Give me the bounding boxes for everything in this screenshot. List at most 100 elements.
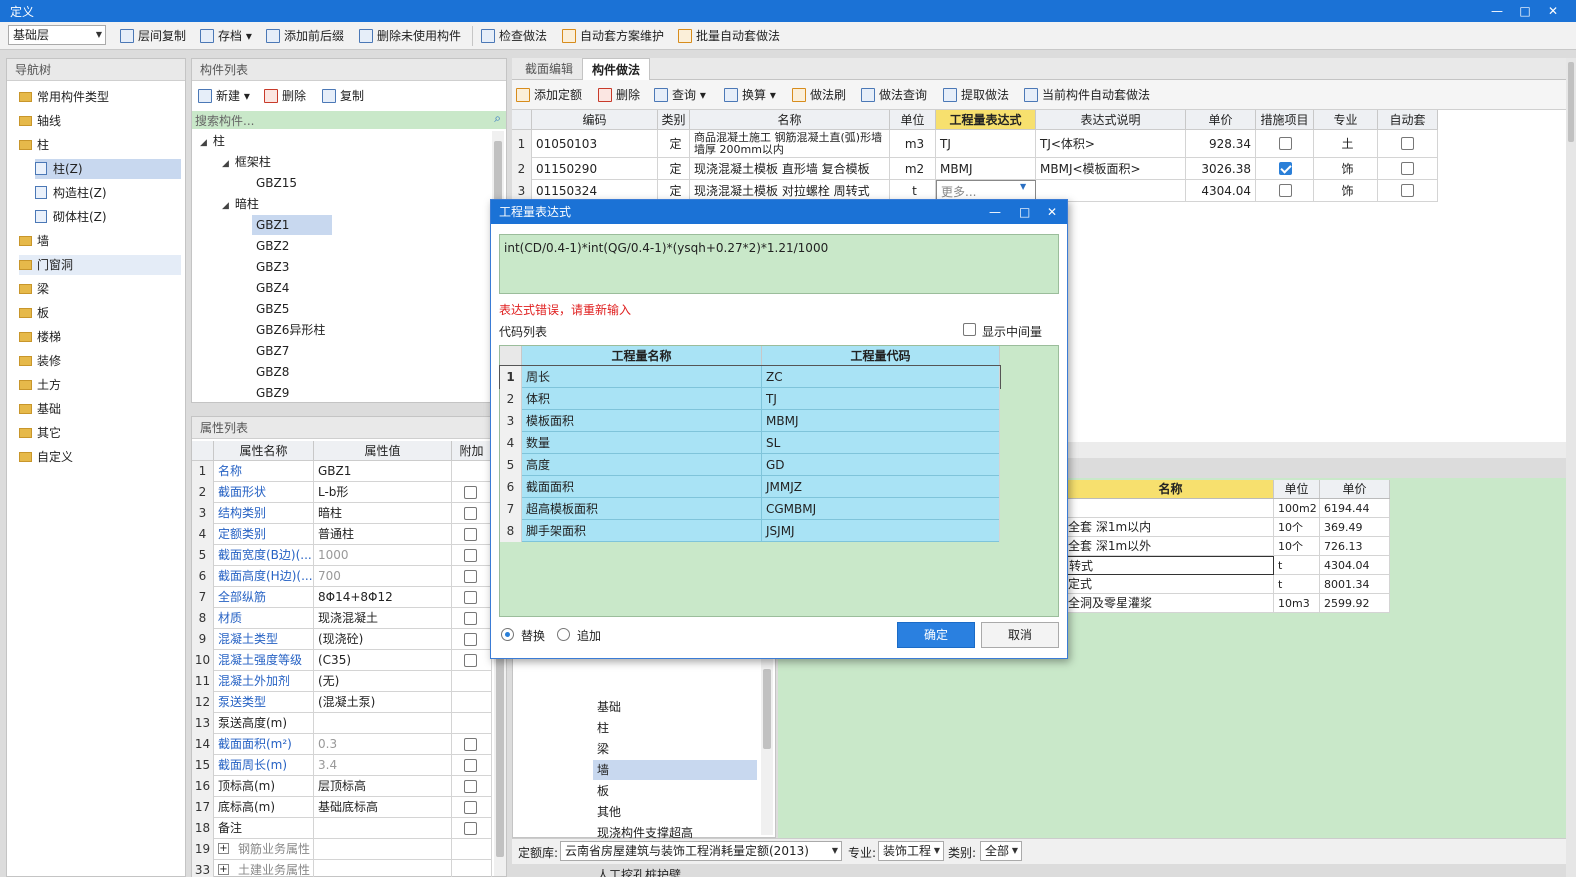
property-value[interactable]: 暗柱	[314, 503, 452, 524]
cancel-button[interactable]: 取消	[981, 622, 1059, 648]
property-row[interactable]: 7 全部纵筋 8Φ14+8Φ12	[192, 587, 492, 608]
method-cell-expr[interactable]: TJ	[936, 130, 1036, 158]
property-extra-checkbox[interactable]	[464, 591, 477, 604]
method-brush-button[interactable]: 做法刷	[792, 86, 846, 104]
nav-item-earthwork[interactable]: 土方	[19, 375, 61, 395]
code-row[interactable]: 5 高度 GD	[500, 454, 1000, 476]
property-row[interactable]: 2 截面形状 L-b形	[192, 482, 492, 503]
tree-node-dark-column[interactable]: ◢ 暗柱	[222, 194, 259, 214]
expand-icon[interactable]: +	[218, 843, 229, 854]
property-row[interactable]: 15 截面周长(m) 3.4	[192, 755, 492, 776]
code-row[interactable]: 2 体积 TJ	[500, 388, 1000, 410]
property-value[interactable]: 700	[314, 566, 452, 587]
main-scrollbar[interactable]	[1566, 58, 1576, 877]
measure-checkbox[interactable]	[1279, 137, 1292, 150]
property-row[interactable]: 9 混凝土类型 (现浇砼)	[192, 629, 492, 650]
tree-node-gbz4[interactable]: GBZ4	[256, 278, 289, 298]
nav-item-custom[interactable]: 自定义	[19, 447, 73, 467]
property-row[interactable]: 33 土建业务属性 +	[192, 860, 492, 877]
tree-node-gbz2[interactable]: GBZ2	[256, 236, 289, 256]
category-select[interactable]: 全部 ▼	[980, 841, 1022, 861]
property-extra-checkbox[interactable]	[464, 528, 477, 541]
floor-copy-button[interactable]: 层间复制	[120, 27, 186, 45]
auto-method-button[interactable]: 当前构件自动套做法	[1024, 86, 1150, 104]
property-value[interactable]: GBZ1	[314, 461, 452, 482]
code-row[interactable]: 6 截面面积 JMMJZ	[500, 476, 1000, 498]
scroll-thumb[interactable]	[763, 669, 771, 749]
property-value[interactable]: 现浇混凝土	[314, 608, 452, 629]
method-cell-major[interactable]: 饰	[1314, 158, 1378, 180]
quota-row[interactable]: 100m2 6194.44	[1018, 499, 1390, 518]
quota-tree-node[interactable]: 人工挖孔桩护壁	[593, 865, 757, 877]
quota-row[interactable]: 全洞及零星灌浆 10m3 2599.92	[1018, 594, 1390, 613]
major-select[interactable]: 装饰工程 ▼	[878, 841, 944, 861]
property-value[interactable]: (混凝土泵)	[314, 692, 452, 713]
nav-item-door-window[interactable]: 门窗洞	[19, 255, 181, 275]
property-value[interactable]: (无)	[314, 671, 452, 692]
method-cell-name[interactable]: 现浇混凝土模板 直形墙 复合模板	[690, 158, 890, 180]
property-extra-checkbox[interactable]	[464, 507, 477, 520]
property-extra-checkbox[interactable]	[464, 738, 477, 751]
measure-checkbox[interactable]	[1279, 162, 1292, 175]
method-cell-desc[interactable]: TJ<体积>	[1036, 130, 1186, 158]
delete-method-button[interactable]: 删除	[598, 86, 640, 104]
method-cell-type[interactable]: 定	[658, 130, 690, 158]
batch-auto-button[interactable]: 批量自动套做法	[678, 27, 780, 45]
add-quota-button[interactable]: 添加定额	[516, 86, 582, 104]
append-radio[interactable]	[557, 628, 570, 641]
nav-item-decoration[interactable]: 装修	[19, 351, 61, 371]
quota-tree-node[interactable]: 梁	[593, 739, 757, 759]
tree-node-column[interactable]: ◢ 柱	[200, 131, 225, 151]
quota-row[interactable]: 转式 t 4304.04	[1018, 556, 1390, 575]
convert-button[interactable]: 换算 ▾	[724, 86, 776, 104]
property-extra-checkbox[interactable]	[464, 801, 477, 814]
add-prefix-suffix-button[interactable]: 添加前后缀	[266, 27, 344, 45]
dialog-maximize-button[interactable]: □	[1019, 200, 1030, 224]
method-cell-price[interactable]: 3026.38	[1186, 158, 1256, 180]
property-extra-checkbox[interactable]	[464, 633, 477, 646]
property-row[interactable]: 16 顶标高(m) 层顶标高	[192, 776, 492, 797]
nav-item-foundation[interactable]: 基础	[19, 399, 61, 419]
property-row[interactable]: 1 名称 GBZ1	[192, 461, 492, 482]
tree-node-gbz1[interactable]: GBZ1	[252, 215, 332, 235]
method-cell-name[interactable]: 商品混凝土施工 钢筋混凝土直(弧)形墙 墙厚 200mm以内	[690, 130, 890, 158]
tree-node-gbz15[interactable]: GBZ15	[256, 173, 297, 193]
property-value[interactable]: 3.4	[314, 755, 452, 776]
auto-checkbox[interactable]	[1401, 162, 1414, 175]
quota-tree-node[interactable]: 柱	[593, 718, 757, 738]
code-row[interactable]: 7 超高模板面积 CGMBMJ	[500, 498, 1000, 520]
property-row[interactable]: 18 备注	[192, 818, 492, 839]
close-button[interactable]: ✕	[1542, 2, 1564, 20]
method-row[interactable]: 1 01050103 定商品混凝土施工 钢筋混凝土直(弧)形墙 墙厚 200mm以内…	[512, 130, 1438, 158]
nav-item-axis[interactable]: 轴线	[19, 111, 61, 131]
nav-item-common[interactable]: 常用构件类型	[19, 87, 109, 107]
method-cell-type[interactable]: 定	[658, 158, 690, 180]
method-cell-expr[interactable]: MBMJ	[936, 158, 1036, 180]
property-value[interactable]: (现浇砼)	[314, 629, 452, 650]
tree-node-gbz8[interactable]: GBZ8	[256, 362, 289, 382]
tab-component-method[interactable]: 构件做法	[582, 58, 650, 80]
floor-select[interactable]: 基础层 ▼	[8, 25, 106, 45]
nav-item-masonry-column[interactable]: 砌体柱(Z)	[35, 207, 107, 227]
property-row[interactable]: 8 材质 现浇混凝土	[192, 608, 492, 629]
delete-unused-button[interactable]: 删除未使用构件	[359, 27, 461, 45]
property-row[interactable]: 6 截面高度(H边)(... 700	[192, 566, 492, 587]
property-row[interactable]: 4 定额类别 普通柱	[192, 524, 492, 545]
archive-button[interactable]: 存档 ▾	[200, 27, 252, 45]
property-extra-checkbox[interactable]	[464, 759, 477, 772]
property-extra-checkbox[interactable]	[464, 780, 477, 793]
property-value[interactable]	[314, 860, 452, 877]
new-component-button[interactable]: 新建 ▾	[198, 87, 250, 105]
method-cell-major[interactable]: 饰	[1314, 180, 1378, 202]
tree-node-gbz6[interactable]: GBZ6异形柱	[256, 320, 325, 340]
method-cell-unit[interactable]: m3	[890, 130, 936, 158]
property-value[interactable]: 普通柱	[314, 524, 452, 545]
ok-button[interactable]: 确定	[897, 622, 975, 648]
code-row[interactable]: 3 模板面积 MBMJ	[500, 410, 1000, 432]
expression-input[interactable]: int(CD/0.4-1)*int(QG/0.4-1)*(ysqh+0.27*2…	[499, 234, 1059, 294]
nav-item-construct-column[interactable]: 构造柱(Z)	[35, 183, 107, 203]
tab-section-edit[interactable]: 截面编辑	[516, 58, 582, 80]
quota-row[interactable]: 全套 深1m以外 10个 726.13	[1018, 537, 1390, 556]
nav-item-column[interactable]: 柱	[19, 135, 49, 155]
check-method-button[interactable]: 检查做法	[481, 27, 547, 45]
